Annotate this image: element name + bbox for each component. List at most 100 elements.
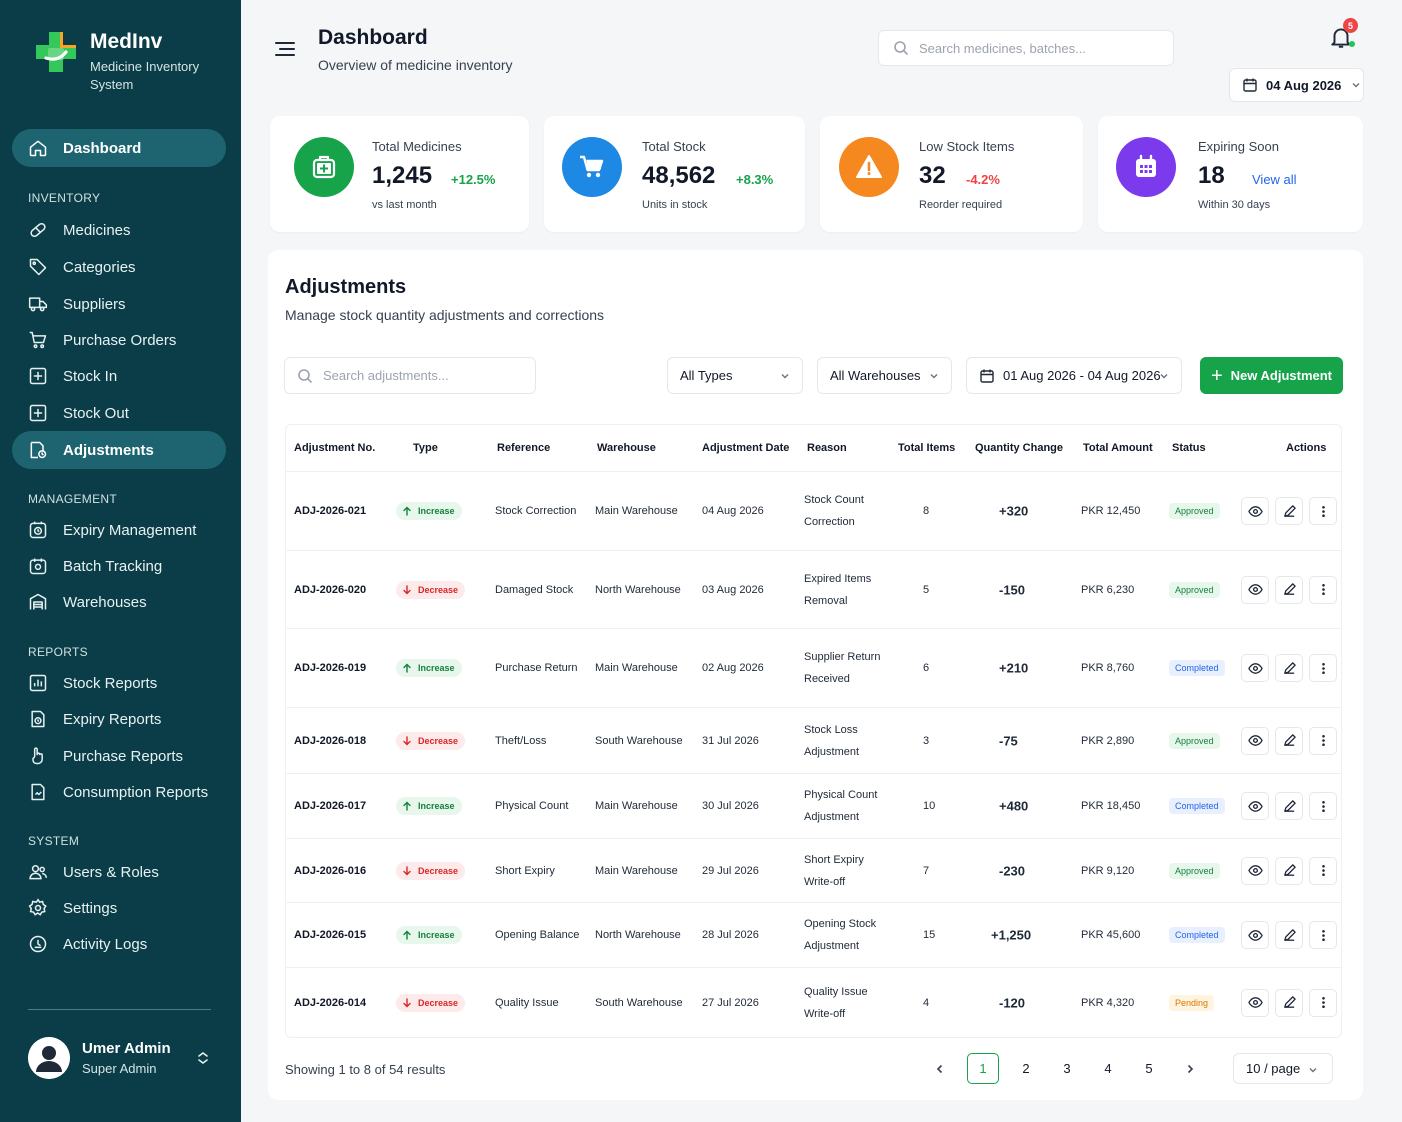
type-badge-label: Decrease <box>418 735 459 746</box>
column-header-total-items[interactable]: Total Items <box>898 442 955 454</box>
sidebar-item-categories[interactable]: Categories <box>12 248 226 286</box>
edit-button[interactable] <box>1275 856 1303 885</box>
sidebar-item-activity-logs[interactable]: Activity Logs <box>12 925 226 963</box>
status-badge: Completed <box>1169 798 1225 814</box>
view-all-link[interactable]: View all <box>1252 172 1297 187</box>
more-actions-button[interactable] <box>1309 921 1337 949</box>
edit-button[interactable] <box>1275 575 1303 604</box>
sidebar-item-expiry-reports[interactable]: Expiry Reports <box>12 700 226 738</box>
sidebar-item-users-roles[interactable]: Users & Roles <box>12 853 226 891</box>
sidebar-item-purchase-orders[interactable]: Purchase Orders <box>12 321 226 359</box>
edit-button[interactable] <box>1275 726 1303 755</box>
more-actions-button[interactable] <box>1309 792 1337 820</box>
column-header-warehouse[interactable]: Warehouse <box>597 442 656 454</box>
date-range-picker[interactable]: 01 Aug 2026 - 04 Aug 2026 <box>966 357 1182 394</box>
page-size-select[interactable]: 10 / page <box>1233 1053 1333 1084</box>
date-cell: 02 Aug 2026 <box>702 662 764 674</box>
sidebar-item-settings[interactable]: Settings <box>12 889 226 927</box>
quantity-change-cell: -75 <box>999 733 1018 748</box>
view-button[interactable] <box>1241 726 1269 755</box>
stat-label: Low Stock Items <box>919 139 1015 154</box>
adjustments-search[interactable] <box>284 357 536 394</box>
report-chart-icon <box>29 674 47 692</box>
sidebar-item-stock-out[interactable]: Stock Out <box>12 394 226 432</box>
more-actions-button[interactable] <box>1309 575 1337 604</box>
adjustment-number[interactable]: ADJ-2026-014 <box>294 997 366 1009</box>
view-button[interactable] <box>1241 792 1269 820</box>
menu-icon[interactable] <box>274 40 296 58</box>
reference-cell: Opening Balance <box>495 929 580 941</box>
edit-button[interactable] <box>1275 988 1303 1017</box>
view-button[interactable] <box>1241 921 1269 949</box>
table-row[interactable]: ADJ-2026-015 Increase Opening Balance North… <box>286 902 1341 967</box>
sidebar-item-dashboard[interactable]: Dashboard <box>12 129 226 167</box>
more-actions-button[interactable] <box>1309 726 1337 755</box>
table-row[interactable]: ADJ-2026-017 Increase Physical Count Main W… <box>286 773 1341 838</box>
sidebar-item-stock-in[interactable]: Stock In <box>12 357 226 395</box>
date-cell: 31 Jul 2026 <box>702 734 759 747</box>
table-row[interactable]: ADJ-2026-021 Increase Stock Correction Main… <box>286 471 1341 550</box>
new-adjustment-button[interactable]: + New Adjustment <box>1200 357 1343 394</box>
adjustment-number[interactable]: ADJ-2026-020 <box>294 584 366 596</box>
stat-value: 18 <box>1198 162 1225 189</box>
column-header-quantity-change[interactable]: Quantity Change <box>975 442 1063 454</box>
edit-button[interactable] <box>1275 792 1303 820</box>
column-header-status[interactable]: Status <box>1172 442 1206 454</box>
adjustment-number[interactable]: ADJ-2026-017 <box>294 800 366 812</box>
column-header-reference[interactable]: Reference <box>497 442 550 454</box>
adjustment-number[interactable]: ADJ-2026-015 <box>294 929 366 941</box>
global-search-input[interactable] <box>919 40 1149 56</box>
edit-button[interactable] <box>1275 497 1303 525</box>
column-header-type[interactable]: Type <box>413 442 438 454</box>
pagination-prev-button[interactable] <box>928 1053 952 1084</box>
view-button[interactable] <box>1241 497 1269 525</box>
sidebar-item-medicines[interactable]: Medicines <box>12 211 226 249</box>
sidebar-item-purchase-reports[interactable]: Purchase Reports <box>12 737 226 775</box>
pagination-page-4[interactable]: 4 <box>1092 1053 1124 1084</box>
pagination-page-3[interactable]: 3 <box>1051 1053 1083 1084</box>
sidebar-item-adjustments[interactable]: Adjustments <box>12 431 226 469</box>
user-menu[interactable]: Umer Admin Super Admin <box>28 1037 218 1079</box>
column-header-total-amount[interactable]: Total Amount <box>1083 442 1153 454</box>
edit-button[interactable] <box>1275 921 1303 949</box>
more-actions-button[interactable] <box>1309 988 1337 1017</box>
pagination-page-1[interactable]: 1 <box>967 1053 999 1084</box>
nav-section-management: MANAGEMENT <box>28 492 118 506</box>
sidebar-item-consumption-reports[interactable]: Consumption Reports <box>12 773 226 811</box>
adjustment-number[interactable]: ADJ-2026-021 <box>294 505 366 517</box>
column-header-adjustment-no[interactable]: Adjustment No. <box>294 442 375 454</box>
table-row[interactable]: ADJ-2026-020 Decrease Damaged Stock North W… <box>286 550 1341 628</box>
view-button[interactable] <box>1241 856 1269 885</box>
more-actions-button[interactable] <box>1309 497 1337 525</box>
global-search[interactable] <box>878 30 1174 66</box>
pagination-next-button[interactable] <box>1178 1053 1202 1084</box>
column-header-adjustment-date[interactable]: Adjustment Date <box>702 442 789 454</box>
adjustment-number[interactable]: ADJ-2026-019 <box>294 662 366 674</box>
table-row[interactable]: ADJ-2026-014 Decrease Quality Issue South W… <box>286 967 1341 1037</box>
table-row[interactable]: ADJ-2026-016 Decrease Short Expiry Main War… <box>286 838 1341 902</box>
edit-button[interactable] <box>1275 654 1303 682</box>
warehouse-filter-select[interactable]: All Warehouses <box>817 357 952 394</box>
view-button[interactable] <box>1241 988 1269 1017</box>
sidebar-item-warehouses[interactable]: Warehouses <box>12 583 226 621</box>
pagination-page-5[interactable]: 5 <box>1133 1053 1165 1084</box>
adjustments-search-input[interactable] <box>323 368 523 383</box>
sidebar-item-stock-reports[interactable]: Stock Reports <box>12 664 226 702</box>
more-actions-button[interactable] <box>1309 654 1337 682</box>
pagination-page-2[interactable]: 2 <box>1010 1053 1042 1084</box>
stat-footnote: Reorder required <box>919 199 1003 211</box>
view-button[interactable] <box>1241 654 1269 682</box>
sidebar-item-suppliers[interactable]: Suppliers <box>12 285 226 323</box>
sidebar-item-expiry-management[interactable]: Expiry Management <box>12 511 226 549</box>
type-filter-select[interactable]: All Types <box>667 357 803 394</box>
column-header-reason[interactable]: Reason <box>807 442 847 454</box>
adjustment-number[interactable]: ADJ-2026-016 <box>294 865 366 877</box>
sidebar-item-batch-tracking[interactable]: Batch Tracking <box>12 547 226 585</box>
chevron-up-down-icon[interactable] <box>196 1051 210 1065</box>
more-actions-button[interactable] <box>1309 856 1337 885</box>
view-button[interactable] <box>1241 575 1269 604</box>
table-row[interactable]: ADJ-2026-019 Increase Purchase Return Main … <box>286 628 1341 707</box>
adjustment-number[interactable]: ADJ-2026-018 <box>294 735 366 747</box>
table-row[interactable]: ADJ-2026-018 Decrease Theft/Loss South Ware… <box>286 707 1341 773</box>
date-picker[interactable]: 04 Aug 2026 <box>1229 68 1364 102</box>
